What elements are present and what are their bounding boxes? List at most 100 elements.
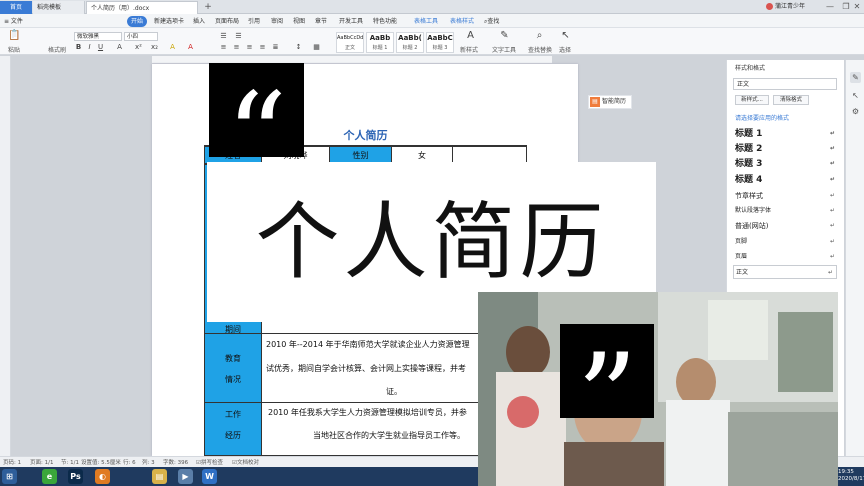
bullet-list-icon[interactable]: ☰ bbox=[219, 32, 228, 41]
text-tools-label[interactable]: 文字工具 bbox=[492, 45, 516, 54]
menu-chapter[interactable]: 章节 bbox=[315, 16, 327, 27]
status-pages: 页面: 1/1 bbox=[30, 460, 54, 466]
menu-view[interactable]: 视图 bbox=[293, 16, 305, 27]
education-label-cell[interactable]: 教育 情况 bbox=[204, 333, 262, 403]
vertical-ruler bbox=[0, 56, 11, 456]
spell-check[interactable]: ☑拼写检查 bbox=[196, 458, 223, 466]
smart-resume-label: 智能简历 bbox=[602, 98, 627, 105]
style-heading-3[interactable]: AaBbC 标题 3 bbox=[426, 32, 454, 53]
taskbar-media-icon[interactable]: ▶ bbox=[178, 469, 193, 484]
highlight-icon[interactable]: A bbox=[168, 43, 177, 52]
menu-table-style[interactable]: 表格样式 bbox=[450, 16, 474, 27]
styles-panel-title: 样式和格式 bbox=[735, 65, 766, 72]
close-button[interactable]: ✕ bbox=[850, 1, 864, 13]
align-center-icon[interactable]: ≡ bbox=[232, 43, 241, 52]
line-spacing-icon[interactable]: ↕ bbox=[294, 43, 303, 52]
style-item-heading-3[interactable]: 标题 3 ↵ bbox=[735, 157, 835, 171]
style-item-default-font[interactable]: 默认段落字体 ↵ bbox=[735, 204, 835, 218]
menu-insert[interactable]: 插入 bbox=[193, 16, 205, 27]
paste-icon[interactable]: 📋 bbox=[8, 31, 20, 43]
settings-icon[interactable]: ⚙ bbox=[850, 106, 861, 117]
style-normal[interactable]: AaBbCcDd 正文 bbox=[336, 32, 364, 53]
style-item-normal[interactable]: 正文 ↵ bbox=[733, 265, 837, 279]
style-item-normal-web[interactable]: 普通(网站) ↵ bbox=[735, 219, 835, 233]
new-style-icon[interactable]: A bbox=[466, 31, 475, 41]
taskbar-start-orb-icon[interactable]: ⊞ bbox=[2, 469, 17, 484]
menu-home[interactable]: 开始 bbox=[127, 16, 148, 27]
window-titlebar: 首页 稻壳模板 个人简历（用）.docx + 蒲江青少年 — ❐ ✕ bbox=[0, 0, 864, 14]
style-item-heading-1[interactable]: 标题 1 ↵ bbox=[735, 127, 835, 141]
status-col: 列: 3 bbox=[142, 460, 155, 466]
education-line-2: 试优秀，期间自学会计核算、会计网上实操等课程，并考 bbox=[266, 364, 466, 373]
taskbar-explorer-icon[interactable]: ▤ bbox=[152, 469, 167, 484]
work-label-line-2: 经历 bbox=[225, 431, 241, 440]
menu-references[interactable]: 引用 bbox=[248, 16, 260, 27]
work-line-2: 当地社区合作的大学生就业指导员工作等。 bbox=[313, 431, 465, 440]
menu-features[interactable]: 特色功能 bbox=[373, 16, 397, 27]
select-label[interactable]: 选择 bbox=[559, 45, 571, 54]
underline-icon[interactable]: U bbox=[96, 43, 105, 52]
style-item-heading-4[interactable]: 标题 4 ↵ bbox=[735, 173, 835, 187]
subscript-icon[interactable]: x₂ bbox=[150, 43, 159, 52]
new-style-button[interactable]: 新样式... bbox=[735, 95, 769, 105]
menu-bar: ≡ 文件 开始 新建选项卡 插入 页面布局 引用 审阅 视图 章节 开发工具 特… bbox=[0, 14, 864, 28]
style-item-footer[interactable]: 页脚 ↵ bbox=[735, 235, 835, 249]
menu-search[interactable]: ⌕查找 bbox=[484, 16, 499, 27]
menu-developer[interactable]: 开发工具 bbox=[339, 16, 363, 27]
new-tab-button[interactable]: + bbox=[202, 1, 214, 14]
strikethrough-icon[interactable]: A bbox=[115, 43, 124, 52]
style-item-chapter[interactable]: 节章样式 ↵ bbox=[735, 189, 835, 203]
tab-home[interactable]: 首页 bbox=[0, 1, 32, 14]
bold-icon[interactable]: B bbox=[74, 43, 83, 52]
find-replace-label[interactable]: 查找替换 bbox=[528, 45, 552, 54]
distributed-icon[interactable]: ≣ bbox=[271, 43, 280, 52]
tab-document[interactable]: 个人简历（用）.docx bbox=[86, 1, 198, 14]
education-label-line-2: 情况 bbox=[225, 375, 241, 384]
menu-review[interactable]: 审阅 bbox=[271, 16, 283, 27]
menu-table-tools[interactable]: 表格工具 bbox=[414, 16, 438, 27]
font-size-select[interactable]: 小四 bbox=[124, 32, 158, 41]
select-tool-icon[interactable]: ↖ bbox=[850, 90, 861, 101]
menu-file[interactable]: ≡ 文件 bbox=[4, 16, 23, 27]
clock: 19:35 2020/8/17 bbox=[838, 469, 864, 482]
doc-check[interactable]: ☑文档校对 bbox=[232, 458, 259, 466]
education-line-1: 2010 年--2014 年于华南师范大学就读企业人力资源管理 bbox=[266, 340, 470, 349]
work-label-cell[interactable]: 工作 经历 bbox=[204, 402, 262, 456]
status-words: 字数: 396 bbox=[163, 460, 189, 466]
taskbar-fox-icon[interactable]: ◐ bbox=[95, 469, 110, 484]
taskbar-photoshop-icon[interactable]: Ps bbox=[68, 469, 83, 484]
smart-resume-button[interactable]: ▤ 智能简历 bbox=[588, 95, 632, 109]
clear-format-button[interactable]: 清除格式 bbox=[773, 95, 809, 105]
justify-icon[interactable]: ≡ bbox=[258, 43, 267, 52]
superscript-icon[interactable]: x² bbox=[134, 43, 143, 52]
font-name-select[interactable]: 微软雅黑 bbox=[74, 32, 122, 41]
education-label-line-1: 教育 bbox=[225, 354, 241, 363]
tab-templates[interactable]: 稻壳模板 bbox=[33, 1, 85, 14]
select-cursor-icon[interactable]: ↖ bbox=[561, 31, 570, 41]
numbered-list-icon[interactable]: ☰ bbox=[234, 32, 243, 41]
font-color-icon[interactable]: A bbox=[186, 43, 195, 52]
style-heading-2[interactable]: AaBb(标题 2 bbox=[396, 32, 424, 53]
style-heading-1[interactable]: AaBb 标题 1 bbox=[366, 32, 394, 53]
status-row: 行: 6 bbox=[123, 460, 136, 466]
close-quote-graphic: ” bbox=[560, 324, 654, 418]
style-item-heading-2[interactable]: 标题 2 ↵ bbox=[735, 142, 835, 156]
borders-icon[interactable]: ▦ bbox=[312, 43, 321, 52]
style-tool-icon[interactable]: ✎ bbox=[850, 72, 861, 83]
italic-icon[interactable]: I bbox=[85, 43, 94, 52]
work-label-line-1: 工作 bbox=[225, 410, 241, 419]
menu-page-layout[interactable]: 页面布局 bbox=[215, 16, 239, 27]
user-account[interactable]: 蒲江青少年 bbox=[766, 1, 805, 13]
find-replace-icon[interactable]: ⌕ bbox=[535, 31, 544, 41]
align-left-icon[interactable]: ≡ bbox=[219, 43, 228, 52]
taskbar-browser-icon[interactable]: e bbox=[42, 469, 57, 484]
taskbar-wps-writer-icon[interactable]: W bbox=[202, 469, 217, 484]
format-painter-label[interactable]: 格式刷 bbox=[48, 45, 66, 54]
text-tools-icon[interactable]: ✎ bbox=[500, 31, 509, 41]
current-style-select[interactable]: 正文 bbox=[733, 78, 837, 90]
align-right-icon[interactable]: ≡ bbox=[245, 43, 254, 52]
new-style-label[interactable]: 新样式 bbox=[460, 45, 478, 54]
work-line-1: 2010 年任我系大学生人力资源管理模拟培训专员，并参 bbox=[268, 408, 467, 417]
style-item-header[interactable]: 页眉 ↵ bbox=[735, 250, 835, 264]
menu-new-tab[interactable]: 新建选项卡 bbox=[154, 16, 184, 27]
